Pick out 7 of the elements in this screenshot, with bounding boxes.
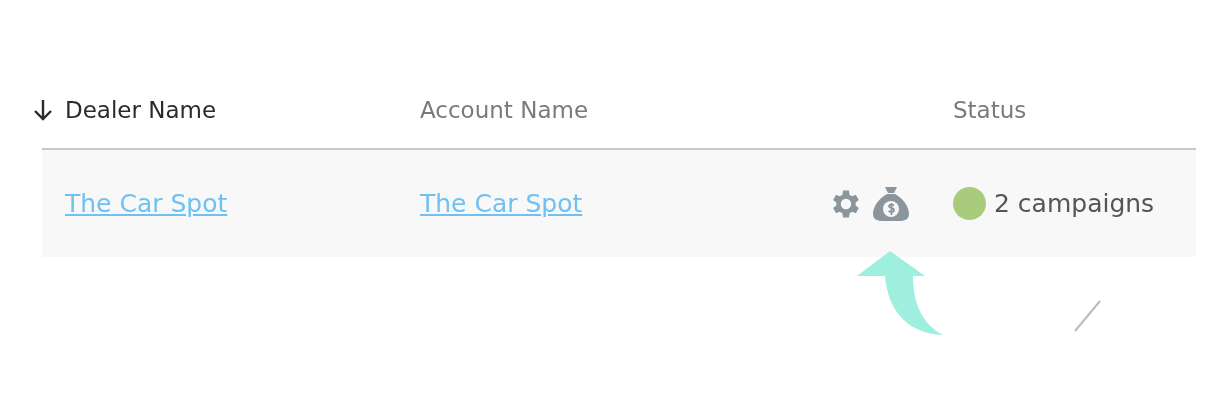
money-bag-icon[interactable] xyxy=(872,185,910,222)
slash-mark xyxy=(1072,298,1104,334)
column-header[interactable]: Status xyxy=(953,96,1027,123)
sort-down-icon xyxy=(32,98,54,122)
status-text: 2 campaigns xyxy=(994,187,1155,220)
column-header[interactable]: Account Name xyxy=(420,96,589,123)
column-header[interactable]: Dealer Name xyxy=(65,96,217,123)
